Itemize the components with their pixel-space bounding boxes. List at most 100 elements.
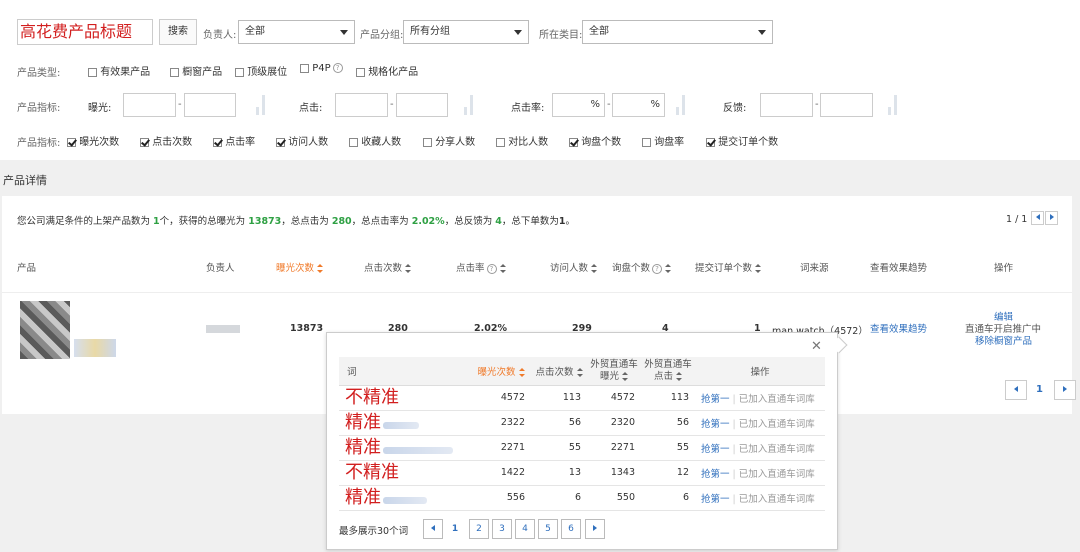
kw-p4p-clicks: 12 [641, 460, 695, 486]
grab-first-link[interactable]: 抢第一 [701, 494, 730, 505]
kw-header-p4p-exposure[interactable]: 外贸直通车 曝光 [587, 357, 641, 386]
exposure-range-label: 曝光: [88, 103, 112, 114]
popup-page-2[interactable]: 2 [469, 519, 489, 539]
popup-next-page-button[interactable] [585, 519, 605, 539]
col-inquiry-rate-checkbox[interactable]: 询盘率 [642, 133, 684, 148]
category-select[interactable]: 全部 [582, 20, 773, 44]
checkbox[interactable] [356, 67, 365, 77]
grab-first-link[interactable]: 抢第一 [701, 469, 730, 480]
ctr-min-input[interactable]: % [552, 93, 605, 117]
pager-next-button[interactable] [1045, 211, 1058, 225]
checkbox[interactable] [276, 137, 285, 147]
col-visitors-checkbox[interactable]: 访问人数 [276, 133, 328, 148]
col-exposure-checkbox[interactable]: 曝光次数 [67, 133, 119, 148]
help-icon[interactable]: ? [332, 63, 343, 73]
col-inquiries-checkbox[interactable]: 询盘个数 [569, 133, 621, 148]
popup-page-6[interactable]: 6 [561, 519, 581, 539]
close-icon[interactable]: ✕ [811, 339, 822, 354]
checkbox[interactable] [569, 137, 578, 147]
kw-header-exposure[interactable]: 曝光次数 [471, 357, 531, 386]
product-thumbnail[interactable] [20, 301, 70, 359]
kw-operation: 抢第一 | 已加入直通车词库 [695, 385, 825, 411]
col-orders-checkbox[interactable]: 提交订单个数 [706, 133, 778, 148]
op-separator: | [732, 493, 736, 505]
owner-select[interactable]: 全部 [238, 20, 355, 44]
op-separator: | [732, 418, 736, 430]
grab-first-link[interactable]: 抢第一 [701, 419, 730, 430]
type-top-booth-label: 顶级展位 [247, 67, 288, 78]
grab-first-link[interactable]: 抢第一 [701, 394, 730, 405]
view-trend-link[interactable]: 查看效果趋势 [870, 321, 927, 335]
kw-header-clicks[interactable]: 点击次数 [531, 357, 587, 386]
help-icon[interactable]: ? [486, 263, 497, 274]
feedback-min-input[interactable] [760, 93, 813, 117]
pager-bottom-prev-button[interactable] [1005, 380, 1027, 400]
help-icon[interactable]: ? [652, 263, 663, 274]
grab-first-link[interactable]: 抢第一 [701, 444, 730, 455]
summary-part: ，总点击为 [281, 216, 329, 227]
type-showcase-checkbox[interactable]: 橱窗产品 [170, 63, 222, 78]
popup-prev-page-button[interactable] [423, 519, 443, 539]
header-clicks[interactable]: 点击次数 [364, 260, 412, 274]
chevron-down-icon [340, 30, 348, 35]
type-p4p-checkbox[interactable]: P4P? [300, 63, 343, 74]
sort-icon [499, 264, 506, 273]
popup-page-3[interactable]: 3 [492, 519, 512, 539]
kw-operation: 抢第一 | 已加入直通车词库 [695, 460, 825, 486]
header-visitors-label: 访问人数 [550, 263, 589, 274]
kw-clicks: 6 [531, 485, 587, 511]
percent-unit: % [590, 99, 600, 110]
max-words-note: 最多展示30个词 [339, 526, 409, 537]
pager-bottom-current[interactable]: 1 [1036, 384, 1043, 395]
exposure-min-input[interactable] [123, 93, 176, 117]
ctr-histogram-icon [676, 93, 686, 115]
header-orders[interactable]: 提交订单个数 [695, 260, 762, 274]
sort-icon [665, 264, 672, 273]
col-favorites-checkbox[interactable]: 收藏人数 [349, 133, 401, 148]
col-ctr-checkbox[interactable]: 点击率 [213, 133, 255, 148]
type-effective-checkbox[interactable]: 有效果产品 [88, 63, 150, 78]
checkbox[interactable] [300, 63, 309, 73]
popup-page-1[interactable]: 1 [445, 519, 465, 539]
remove-showcase-link[interactable]: 移除橱窗产品 [975, 333, 1032, 347]
click-max-input[interactable] [396, 93, 448, 117]
checkbox[interactable] [140, 137, 149, 147]
header-visitors[interactable]: 访问人数 [550, 260, 598, 274]
popup-page-5[interactable]: 5 [538, 519, 558, 539]
feedback-max-input[interactable] [820, 93, 873, 117]
kw-word: 不精准 [345, 386, 399, 408]
header-inquiries[interactable]: 询盘个数? [612, 260, 672, 274]
group-select[interactable]: 所有分组 [403, 20, 529, 44]
checkbox[interactable] [213, 137, 222, 147]
checkbox[interactable] [67, 137, 76, 147]
checkbox[interactable] [642, 137, 651, 147]
pager-bottom-next-button[interactable] [1054, 380, 1076, 400]
popup-page-4[interactable]: 4 [515, 519, 535, 539]
checkbox[interactable] [423, 137, 432, 147]
search-button[interactable]: 搜索 [159, 19, 197, 45]
checkbox[interactable] [706, 137, 715, 147]
exposure-max-input[interactable] [184, 93, 236, 117]
keyword-row: 不精准 4572 113 4572 113 抢第一 | 已加入直通车词库 [339, 385, 825, 411]
kw-exposure: 4572 [471, 385, 531, 411]
product-title-input[interactable]: 高花费产品标题 [17, 19, 153, 45]
checkbox[interactable] [88, 67, 97, 77]
kw-header-p4p-clicks[interactable]: 外贸直通车 点击 [641, 357, 695, 386]
ctr-max-input[interactable]: % [612, 93, 665, 117]
summary-text: 您公司满足条件的上架产品数为 1个，获得的总曝光为 13873，总点击为 280… [17, 213, 575, 227]
header-ctr[interactable]: 点击率? [456, 260, 506, 274]
kw-p4p-clicks: 56 [641, 410, 695, 436]
col-compare-checkbox[interactable]: 对比人数 [496, 133, 548, 148]
pager-prev-button[interactable] [1031, 211, 1044, 225]
type-top-booth-checkbox[interactable]: 顶级展位 [235, 63, 287, 78]
click-min-input[interactable] [335, 93, 388, 117]
checkbox[interactable] [349, 137, 358, 147]
header-exposure[interactable]: 曝光次数 [276, 260, 324, 274]
checkbox[interactable] [496, 137, 505, 147]
col-clicks-checkbox[interactable]: 点击次数 [140, 133, 192, 148]
type-standard-checkbox[interactable]: 规格化产品 [356, 63, 418, 78]
checkbox[interactable] [235, 67, 244, 77]
sort-icon [755, 264, 762, 273]
col-shares-checkbox[interactable]: 分享人数 [423, 133, 475, 148]
checkbox[interactable] [170, 67, 179, 77]
